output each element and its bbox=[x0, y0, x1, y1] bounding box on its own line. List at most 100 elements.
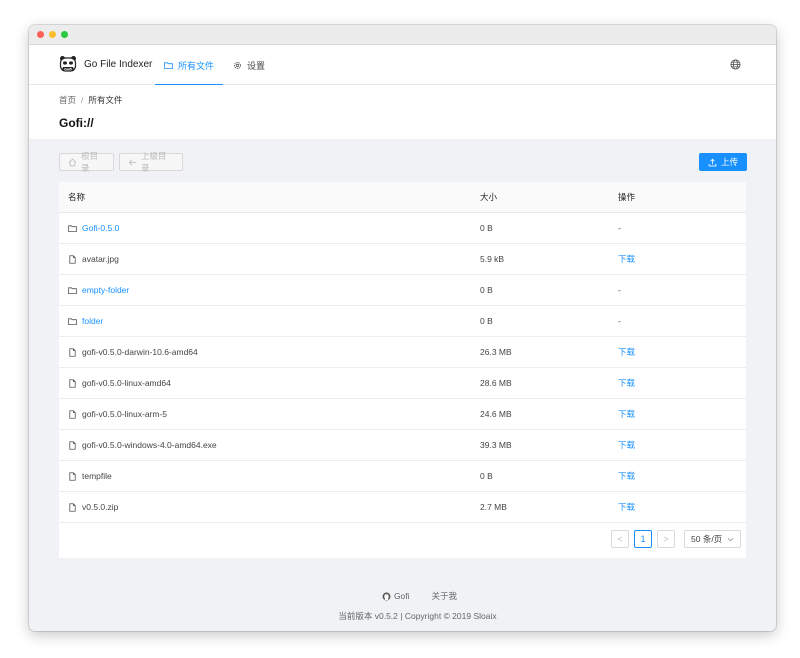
parent-directory-label: 上级目录 bbox=[141, 151, 167, 173]
file-icon bbox=[69, 378, 76, 388]
page-title: Gofi:// bbox=[59, 116, 94, 130]
brand-name: Go File Indexer bbox=[84, 59, 153, 70]
cell-size: 28.6 MB bbox=[480, 378, 512, 388]
cell-name: gofi-v0.5.0-darwin-10.6-amd64 bbox=[59, 347, 480, 357]
page-size-select[interactable]: 50 条/页 bbox=[684, 530, 741, 548]
folder-link[interactable]: empty-folder bbox=[82, 285, 129, 295]
table-row[interactable]: gofi-v0.5.0-linux-arm-5 24.6 MB 下载 bbox=[59, 399, 746, 430]
file-icon bbox=[69, 409, 76, 419]
file-name: gofi-v0.5.0-windows-4.0-amd64.exe bbox=[82, 440, 217, 450]
folder-icon bbox=[164, 61, 173, 69]
breadcrumb-current: 所有文件 bbox=[88, 95, 123, 105]
file-icon bbox=[69, 440, 76, 450]
table-row[interactable]: avatar.jpg 5.9 kB 下载 bbox=[59, 244, 746, 275]
cell-operation: 下载 bbox=[618, 346, 746, 358]
window-titlebar bbox=[29, 25, 776, 45]
no-operation: - bbox=[618, 285, 621, 295]
maximize-window-button[interactable] bbox=[61, 31, 68, 38]
github-link[interactable]: Gofi bbox=[382, 590, 410, 602]
minimize-window-button[interactable] bbox=[49, 31, 56, 38]
parent-directory-button[interactable]: 上级目录 bbox=[119, 151, 183, 173]
download-link[interactable]: 下载 bbox=[618, 409, 635, 419]
cell-size: 2.7 MB bbox=[480, 502, 507, 512]
cell-size: 0 B bbox=[480, 285, 493, 295]
folder-link[interactable]: Gofi-0.5.0 bbox=[82, 223, 119, 233]
table-row[interactable]: gofi-v0.5.0-linux-amd64 28.6 MB 下载 bbox=[59, 368, 746, 399]
table-row[interactable]: folder 0 B - bbox=[59, 306, 746, 337]
cell-name: avatar.jpg bbox=[59, 254, 480, 264]
file-table-card: 名称 大小 操作 Gofi-0.5.0 0 B - avatar.jpg 5.9 kB 下… bbox=[59, 182, 746, 558]
table-row[interactable]: gofi-v0.5.0-darwin-10.6-amd64 26.3 MB 下载 bbox=[59, 337, 746, 368]
table-row[interactable]: Gofi-0.5.0 0 B - bbox=[59, 213, 746, 244]
page-1-button[interactable]: 1 bbox=[634, 530, 652, 548]
top-header: Gofi Go File Indexer 所有文件 设置 bbox=[29, 45, 776, 86]
file-icon bbox=[69, 254, 76, 264]
table-row[interactable]: empty-folder 0 B - bbox=[59, 275, 746, 306]
pagination: < 1 > 50 条/页 bbox=[611, 530, 741, 548]
file-toolbar: 根目录 上级目录 上传 bbox=[29, 139, 776, 183]
nav-all-files[interactable]: 所有文件 bbox=[155, 45, 223, 86]
breadcrumb: 首页 / 所有文件 bbox=[59, 94, 122, 106]
close-window-button[interactable] bbox=[37, 31, 44, 38]
logo-text: Gofi bbox=[64, 67, 72, 71]
cell-operation: - bbox=[618, 223, 746, 233]
folder-icon bbox=[68, 317, 77, 325]
cell-operation: 下载 bbox=[618, 408, 746, 420]
download-link[interactable]: 下载 bbox=[618, 347, 635, 357]
table-row[interactable]: gofi-v0.5.0-windows-4.0-amd64.exe 39.3 MB… bbox=[59, 430, 746, 461]
table-row[interactable]: tempfile 0 B 下载 bbox=[59, 461, 746, 492]
folder-icon bbox=[68, 224, 77, 232]
next-page-button[interactable]: > bbox=[657, 530, 675, 548]
file-name: gofi-v0.5.0-darwin-10.6-amd64 bbox=[82, 347, 198, 357]
root-directory-button[interactable]: 根目录 bbox=[59, 151, 114, 173]
home-icon bbox=[68, 158, 77, 166]
upload-button[interactable]: 上传 bbox=[699, 153, 747, 171]
file-name: gofi-v0.5.0-linux-amd64 bbox=[82, 378, 171, 388]
upload-icon bbox=[708, 158, 717, 166]
breadcrumb-home[interactable]: 首页 bbox=[59, 95, 76, 105]
gofi-logo[interactable]: Gofi bbox=[59, 55, 77, 75]
nav-settings[interactable]: 设置 bbox=[233, 45, 265, 85]
nav-all-files-label: 所有文件 bbox=[177, 60, 214, 71]
no-operation: - bbox=[618, 316, 621, 326]
file-icon bbox=[69, 471, 76, 481]
download-link[interactable]: 下载 bbox=[618, 440, 635, 450]
table-header: 名称 大小 操作 bbox=[59, 182, 746, 213]
cell-size: 5.9 kB bbox=[480, 254, 505, 264]
cell-operation: 下载 bbox=[618, 501, 746, 513]
cell-name: gofi-v0.5.0-linux-arm-5 bbox=[59, 409, 480, 419]
cell-operation: - bbox=[618, 316, 746, 326]
cell-size: 26.3 MB bbox=[480, 347, 512, 357]
about-link[interactable]: 关于我 bbox=[432, 590, 458, 602]
download-link[interactable]: 下载 bbox=[618, 254, 635, 264]
header-operation: 操作 bbox=[618, 192, 636, 202]
header-size: 大小 bbox=[480, 192, 498, 202]
file-icon bbox=[69, 347, 76, 357]
page-size-value: 50 条/页 bbox=[691, 534, 723, 544]
file-name: avatar.jpg bbox=[82, 254, 119, 264]
folder-link[interactable]: folder bbox=[82, 316, 103, 326]
globe-icon[interactable] bbox=[730, 59, 741, 70]
cell-name: folder bbox=[59, 316, 480, 326]
chevron-down-icon bbox=[727, 537, 734, 541]
cell-name: gofi-v0.5.0-windows-4.0-amd64.exe bbox=[59, 440, 480, 450]
cell-name: empty-folder bbox=[59, 285, 480, 295]
download-link[interactable]: 下载 bbox=[618, 378, 635, 388]
table-body: Gofi-0.5.0 0 B - avatar.jpg 5.9 kB 下载 empty-fo… bbox=[59, 213, 746, 523]
file-name: gofi-v0.5.0-linux-arm-5 bbox=[82, 409, 168, 419]
cell-name: Gofi-0.5.0 bbox=[59, 223, 480, 233]
no-operation: - bbox=[618, 223, 621, 233]
download-link[interactable]: 下载 bbox=[618, 502, 635, 512]
nav-settings-label: 设置 bbox=[247, 60, 266, 71]
download-link[interactable]: 下载 bbox=[618, 471, 635, 481]
cell-operation: 下载 bbox=[618, 470, 746, 482]
gear-icon bbox=[234, 61, 241, 69]
cell-size: 39.3 MB bbox=[480, 440, 512, 450]
cell-operation: 下载 bbox=[618, 439, 746, 451]
root-directory-label: 根目录 bbox=[81, 151, 99, 173]
cell-size: 0 B bbox=[480, 471, 493, 481]
footer: Gofi 关于我 当前版本 v0.5.2 | Copyright © 2019 … bbox=[29, 590, 776, 622]
arrow-left-icon bbox=[128, 159, 137, 165]
table-row[interactable]: v0.5.0.zip 2.7 MB 下载 bbox=[59, 492, 746, 523]
prev-page-button[interactable]: < bbox=[611, 530, 629, 548]
